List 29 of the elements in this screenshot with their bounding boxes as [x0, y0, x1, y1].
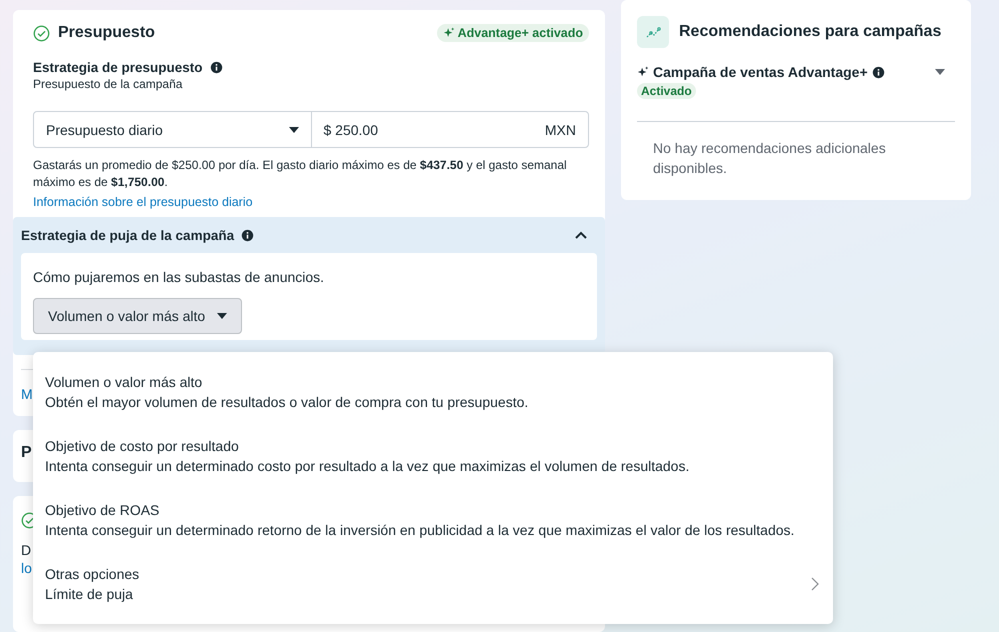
status-badge: Activado [637, 83, 696, 99]
menu-option[interactable]: Objetivo de costo por resultado Intenta conseguir un determinado costo por resultado a la vez que maximizas el volumen de resultados. [33, 424, 833, 488]
link[interactable]: M [21, 386, 33, 402]
chevron-up-icon[interactable] [575, 231, 587, 239]
section-label: Estrategia de puja de la campaña [21, 228, 234, 242]
card-title: Presupuesto [58, 24, 155, 42]
budget-info-link[interactable]: Información sobre el presupuesto diario [33, 195, 253, 209]
sparkle-icon [637, 66, 649, 78]
bid-description: Cómo pujaremos en las subastas de anuncios. [33, 269, 326, 285]
advantage-badge: Advantage+ activado [436, 24, 589, 42]
trend-chart-icon [637, 16, 669, 48]
section-label: Estrategia de presupuesto [33, 60, 203, 75]
caret-icon [217, 313, 228, 319]
menu-option[interactable]: Objetivo de ROAS Intenta conseguir un determinado retorno de la inversión en publicidad a la vez que maximizas el valor de los resultados. [33, 488, 833, 552]
budget-help-text: Gastarás un promedio de $250.00 por día. El gasto diario máximo es de $437.50 y el gasto semanal máximo es de $1,750.00. [33, 157, 568, 191]
bid-strategy-dropdown[interactable]: Volumen o valor más alto [33, 298, 242, 334]
menu-option[interactable]: Volumen o valor más alto Obtén el mayor volumen de resultados o valor de compra con tu presupuesto. [33, 360, 833, 424]
caret-down-icon[interactable] [935, 69, 945, 75]
info-icon[interactable] [241, 228, 254, 242]
campaign-title: Campaña de ventas Advantage+ [653, 64, 868, 80]
card-title: Recomendaciones para campañas [679, 23, 942, 41]
empty-message: No hay recomendaciones adicionales disponibles. [653, 139, 887, 178]
card-text: D [21, 542, 32, 558]
section-subtitle: Presupuesto de la campaña [33, 77, 184, 91]
info-icon[interactable] [210, 61, 223, 74]
info-icon[interactable] [872, 66, 885, 78]
link[interactable]: lo [21, 560, 32, 576]
card-title: P [21, 444, 32, 461]
menu-option[interactable]: Otras opciones Límite de puja [33, 552, 833, 616]
